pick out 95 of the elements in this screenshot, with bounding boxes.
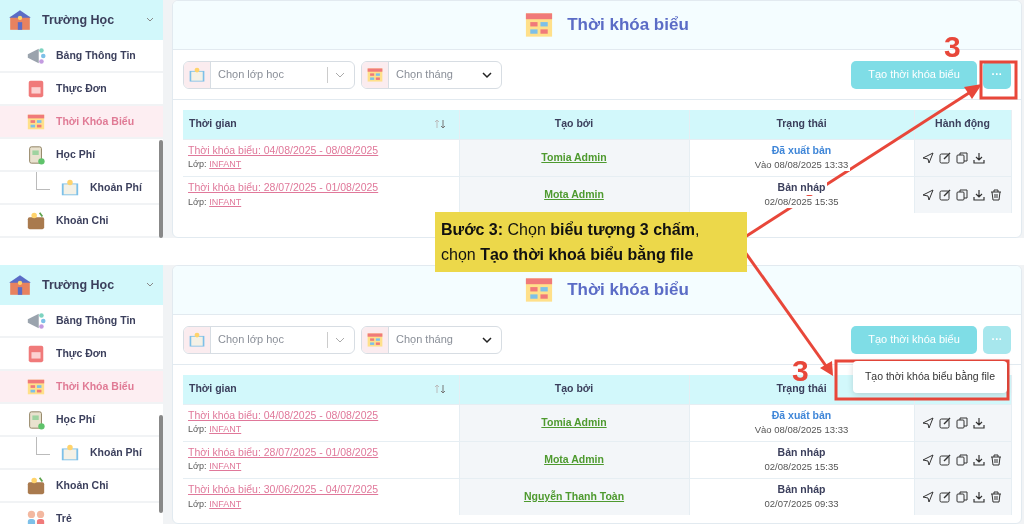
page-title: Thời khóa biểu	[567, 279, 689, 302]
column-header: Tạo bởi	[554, 117, 594, 130]
class-link[interactable]: INFANT	[209, 424, 242, 435]
edit-icon[interactable]	[938, 416, 951, 429]
edit-icon[interactable]	[938, 490, 951, 503]
status-time: 02/08/2025 15:35	[762, 460, 841, 473]
class-label: Lớp:	[188, 461, 207, 472]
class-link[interactable]: INFANT	[209, 196, 242, 207]
trash-icon[interactable]	[989, 490, 1002, 503]
wallet-icon	[26, 210, 46, 231]
schedule-link[interactable]: Thời khóa biểu: 04/08/2025 - 08/08/2025	[188, 408, 379, 421]
download-icon[interactable]	[972, 416, 985, 429]
send-icon[interactable]	[921, 490, 934, 503]
select-field[interactable]: Chọn lớp học	[183, 60, 355, 89]
school-icon	[8, 8, 32, 32]
column-header: Thời gian	[189, 381, 238, 397]
column-header: Hành động	[935, 117, 990, 130]
copy-icon[interactable]	[955, 151, 968, 164]
clipboard-icon	[26, 144, 46, 165]
creator-link[interactable]: Tomia Admin	[541, 415, 607, 428]
sort-icon[interactable]	[433, 384, 448, 395]
column-header: Trạng thái	[776, 117, 827, 130]
status-text: Bản nháp	[775, 181, 828, 195]
select-field[interactable]: Chọn tháng	[361, 325, 502, 354]
send-icon[interactable]	[921, 453, 934, 466]
send-icon[interactable]	[921, 416, 934, 429]
sidebar-title: Trường Học	[42, 11, 116, 29]
status-time: Vào 08/08/2025 13:33	[752, 423, 851, 436]
sidebar-title: Trường Học	[42, 276, 116, 294]
creator-link[interactable]: Nguyễn Thanh Toàn	[523, 489, 625, 502]
copy-icon[interactable]	[955, 188, 968, 201]
class-link[interactable]: INFANT	[209, 461, 242, 472]
class-link[interactable]: INFANT	[209, 159, 242, 170]
trash-icon[interactable]	[989, 188, 1002, 201]
schedule-link[interactable]: Thời khóa biểu: 04/08/2025 - 08/08/2025	[188, 143, 379, 156]
status-time: 02/08/2025 15:35	[762, 195, 841, 209]
board-icon	[188, 65, 206, 84]
send-icon[interactable]	[921, 151, 934, 164]
book-icon	[60, 177, 80, 198]
status-time: Vào 08/08/2025 13:33	[752, 158, 851, 171]
megaphone-icon	[26, 310, 46, 331]
copy-icon[interactable]	[955, 416, 968, 429]
highlight-box	[979, 60, 1018, 100]
column-header: Thời gian	[189, 116, 238, 132]
sidebar-item[interactable]: Thời Khóa Biểu	[0, 371, 163, 404]
schedule-link[interactable]: Thời khóa biểu: 28/07/2025 - 01/08/2025	[188, 181, 379, 194]
download-icon[interactable]	[972, 490, 985, 503]
column-header: Tạo bởi	[554, 382, 594, 395]
instruction-callout: Bước 3: Chọn biểu tượng 3 chấm, chọn Tạo thời khoá biểu bằng file	[435, 212, 747, 272]
step-number: 3	[944, 32, 961, 62]
trash-icon[interactable]	[989, 453, 1002, 466]
copy-icon[interactable]	[955, 490, 968, 503]
menu-card-icon	[26, 78, 46, 99]
school-icon	[8, 273, 32, 297]
class-label: Lớp:	[188, 159, 207, 170]
chevron-icon	[481, 334, 493, 345]
edit-icon[interactable]	[938, 188, 951, 201]
book-icon	[60, 442, 80, 463]
select-field[interactable]: Chọn tháng	[361, 60, 502, 89]
board-icon	[188, 330, 206, 349]
megaphone-icon	[26, 45, 46, 66]
calendar-icon	[366, 65, 384, 84]
class-label: Lớp:	[188, 498, 207, 509]
children-icon	[26, 508, 46, 524]
sidebar-item[interactable]: Bảng Thông Tin	[0, 40, 163, 73]
send-icon[interactable]	[921, 188, 934, 201]
select-field[interactable]: Chọn lớp học	[183, 325, 355, 354]
sidebar-item[interactable]: Thời Khóa Biểu	[0, 106, 163, 139]
sidebar-item[interactable]: Bảng Thông Tin	[0, 305, 163, 338]
schedule-link[interactable]: Thời khóa biểu: 30/06/2025 - 04/07/2025	[188, 483, 379, 496]
status-text: Bản nháp	[775, 483, 828, 497]
download-icon[interactable]	[972, 151, 985, 164]
edit-icon[interactable]	[938, 453, 951, 466]
download-icon[interactable]	[972, 188, 985, 201]
clipboard-icon	[26, 409, 46, 430]
class-label: Lớp:	[188, 424, 207, 435]
page-title: Thời khóa biểu	[567, 14, 689, 37]
creator-link[interactable]: Mota Admin	[544, 187, 604, 200]
wallet-icon	[26, 475, 46, 496]
menu-item[interactable]: Tạo thời khóa biểu bằng file	[864, 369, 995, 385]
download-icon[interactable]	[972, 453, 985, 466]
creator-link[interactable]: Mota Admin	[544, 452, 604, 465]
sidebar-header[interactable]: Trường Học	[0, 265, 163, 305]
copy-icon[interactable]	[955, 453, 968, 466]
sidebar-header[interactable]: Trường Học	[0, 0, 163, 40]
chevron-icon	[481, 69, 493, 80]
schedule-link[interactable]: Thời khóa biểu: 28/07/2025 - 01/08/2025	[188, 445, 379, 458]
class-label: Lớp:	[188, 196, 207, 207]
creator-link[interactable]: Tomia Admin	[541, 150, 607, 163]
edit-icon[interactable]	[938, 151, 951, 164]
calendar-icon	[366, 330, 384, 349]
sort-icon[interactable]	[433, 119, 448, 130]
class-link[interactable]: INFANT	[209, 498, 242, 509]
status-text: Bản nháp	[775, 446, 828, 460]
menu-card-icon	[26, 343, 46, 364]
